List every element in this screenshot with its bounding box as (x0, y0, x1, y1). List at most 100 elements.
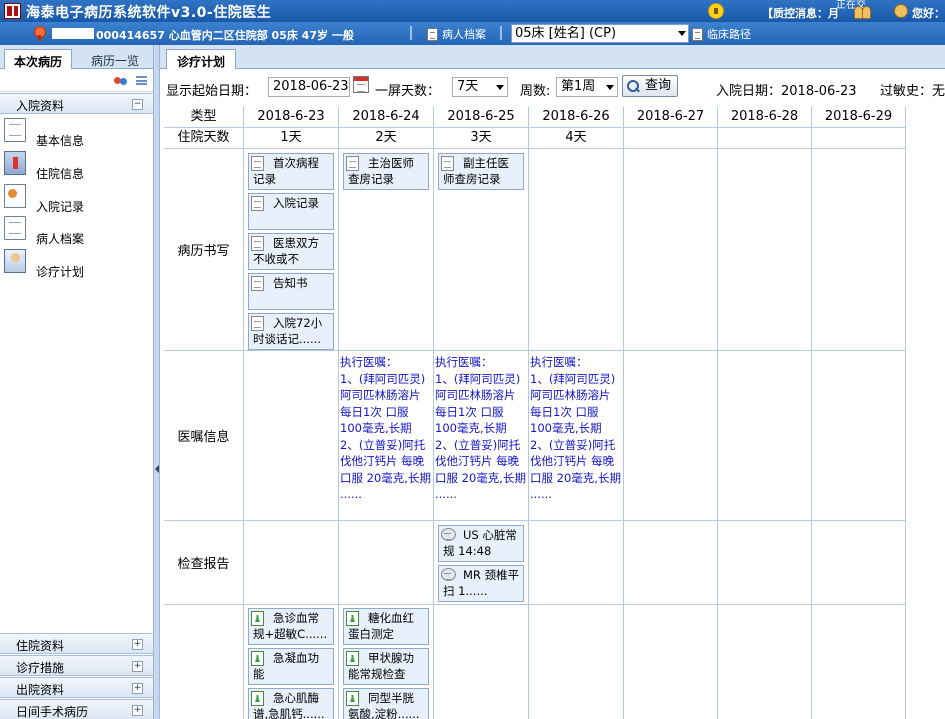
section-treatment-measures[interactable]: 诊疗措施 + (0, 655, 153, 676)
grid-cell (339, 521, 434, 605)
day-count: 3天 (434, 128, 529, 149)
tab-treatment-plan[interactable]: 诊疗计划 (166, 49, 237, 69)
tab-current-record[interactable]: 本次病历 (4, 49, 73, 69)
ultrasound-icon (441, 528, 456, 541)
lab-test-card[interactable]: 同型半胱氨酸,淀粉...... (343, 688, 429, 719)
expand-icon[interactable]: + (132, 683, 143, 694)
order-info[interactable]: 执行医嘱： 1、(拜阿司匹灵)阿司匹林肠溶片 每日1次 口服 100毫克,长期 … (530, 354, 622, 520)
sidebar-item-treatment-plan[interactable]: 诊疗计划 (0, 249, 153, 281)
allergy-history-text: 过敏史：无 (880, 84, 945, 99)
date-header: 2018-6-28 (718, 107, 812, 128)
grid-cell (718, 149, 812, 351)
days-per-screen-select[interactable]: 7天 (452, 77, 508, 97)
chevron-down-icon (678, 31, 686, 36)
grid-cell (529, 605, 624, 719)
doctor-icon (4, 249, 26, 273)
record-card[interactable]: 首次病程记录 (248, 153, 334, 190)
start-date-input[interactable]: 2018-06-23 (268, 77, 350, 97)
sidebar-item-label: 住院信息 (36, 167, 85, 181)
sidebar-tabs: 本次病历 病历一览 (0, 45, 153, 69)
days-per-screen-label: 一屏天数： (375, 84, 441, 99)
row-label-orders: 医嘱信息 (164, 351, 244, 521)
days-per-screen-value: 7天 (457, 79, 479, 94)
document-icon (251, 236, 264, 251)
grid-cell (718, 351, 812, 521)
record-card[interactable]: 医患双方不收或不送...... (248, 233, 334, 270)
grid-cell (624, 149, 718, 351)
bed-select[interactable]: 05床 [姓名] (CP) (511, 24, 689, 43)
collapse-icon[interactable]: − (132, 99, 143, 110)
record-card[interactable]: 副主任医师查房记录 (438, 153, 524, 190)
sidebar-item-basic-info[interactable]: 基本信息 (0, 118, 153, 150)
grid-cell (529, 521, 624, 605)
document-icon (692, 27, 703, 41)
date-header: 2018-6-27 (624, 107, 718, 128)
expand-icon[interactable]: + (132, 705, 143, 716)
document-icon (4, 118, 26, 142)
sidebar-item-admission-record[interactable]: 入院记录 (0, 184, 153, 216)
hospital-icon (4, 151, 26, 175)
exam-report-card[interactable]: MR 颈椎平扫 1...... 18:59 (438, 565, 524, 602)
sidebar-item-patient-file[interactable]: 病人档案 (0, 216, 153, 248)
admission-icon (4, 184, 26, 208)
document-icon (251, 276, 264, 291)
query-button[interactable]: 查询 (622, 75, 678, 97)
expand-icon[interactable]: + (132, 639, 143, 650)
chevron-down-icon (496, 85, 504, 90)
separator (410, 26, 412, 40)
expand-icon[interactable]: + (132, 661, 143, 672)
section-label: 诊疗措施 (16, 661, 65, 675)
record-card[interactable]: 入院记录 (248, 193, 334, 230)
lab-test-card[interactable]: 急诊血常规+超敏C...... (248, 608, 334, 645)
user-icon[interactable] (894, 4, 908, 18)
lab-test-card[interactable]: 甲状腺功能常规检查 (343, 648, 429, 685)
order-info[interactable]: 执行医嘱： 1、(拜阿司匹灵)阿司匹林肠溶片 每日1次 口服 100毫克,长期 … (340, 354, 432, 520)
exam-report-card[interactable]: US 心脏常规 14:48 (438, 525, 524, 562)
bed-select-value: 05床 [姓名] (CP) (515, 26, 617, 41)
tab-record-overview[interactable]: 病历一览 (82, 49, 148, 69)
sidebar-item-hospital-info[interactable]: 住院信息 (0, 151, 153, 183)
date-header: 2018-6-29 (812, 107, 906, 128)
calendar-icon[interactable] (353, 76, 369, 93)
section-hospital-data[interactable]: 住院资料 + (0, 633, 153, 654)
order-info[interactable]: 执行医嘱： 1、(拜阿司匹灵)阿司匹林肠溶片 每日1次 口服 100毫克,长期 … (435, 354, 527, 520)
sidebar-item-label: 诊疗计划 (36, 265, 85, 279)
grid-cell (244, 521, 339, 605)
sidebar: 本次病历 病历一览 入院资料 − 基本信息 住院信息 入院记录 病人档案 诊疗计… (0, 45, 153, 719)
document-icon (427, 27, 438, 41)
section-label: 出院资料 (16, 683, 65, 697)
section-admission-data[interactable]: 入院资料 − (0, 93, 153, 114)
section-day-surgery[interactable]: 日间手术病历 + (0, 699, 153, 719)
patient-file-button[interactable]: 病人档案 (427, 26, 486, 42)
palette-icon[interactable] (114, 75, 128, 87)
sidebar-splitter[interactable] (153, 45, 160, 719)
lab-test-card[interactable]: 急心肌酶谱,急肌钙...... (248, 688, 334, 719)
sidebar-item-label: 病人档案 (36, 232, 85, 246)
flask-icon (251, 651, 264, 666)
collapse-arrow-icon[interactable] (155, 465, 159, 473)
main-panel: 诊疗计划 显示起始日期： 2018-06-23 一屏天数： 7天 周数: 第1周… (160, 45, 945, 719)
document-icon (346, 156, 359, 171)
grid-cell (718, 605, 812, 719)
record-card[interactable]: 告知书 (248, 273, 334, 310)
users-icon[interactable] (852, 3, 874, 19)
day-count: 4天 (529, 128, 624, 149)
section-label: 日间手术病历 (16, 705, 89, 719)
lab-test-card[interactable]: 糖化血红蛋白测定 (343, 608, 429, 645)
quality-control-message[interactable]: 【质控消息：月 (762, 5, 839, 21)
days-header: 住院天数 (164, 128, 244, 149)
app-title: 海泰电子病历系统软件v3.0-住院医生 (26, 5, 272, 21)
section-discharge-data[interactable]: 出院资料 + (0, 677, 153, 698)
clinical-path-button[interactable]: 临床路径 (692, 26, 751, 42)
separator (500, 26, 502, 40)
chevron-down-icon (606, 85, 614, 90)
record-card[interactable]: 入院72小时谈话记...... (248, 313, 334, 350)
notification-bell-icon[interactable] (708, 3, 724, 19)
patient-file-icon (4, 216, 26, 240)
query-label: 查询 (645, 78, 672, 93)
menu-icon[interactable] (136, 76, 147, 85)
record-card[interactable]: 主治医师查房记录 (343, 153, 429, 190)
lab-test-card[interactable]: 急凝血功能 (248, 648, 334, 685)
week-select[interactable]: 第1周 (556, 77, 618, 97)
app-logo-icon (4, 3, 21, 19)
